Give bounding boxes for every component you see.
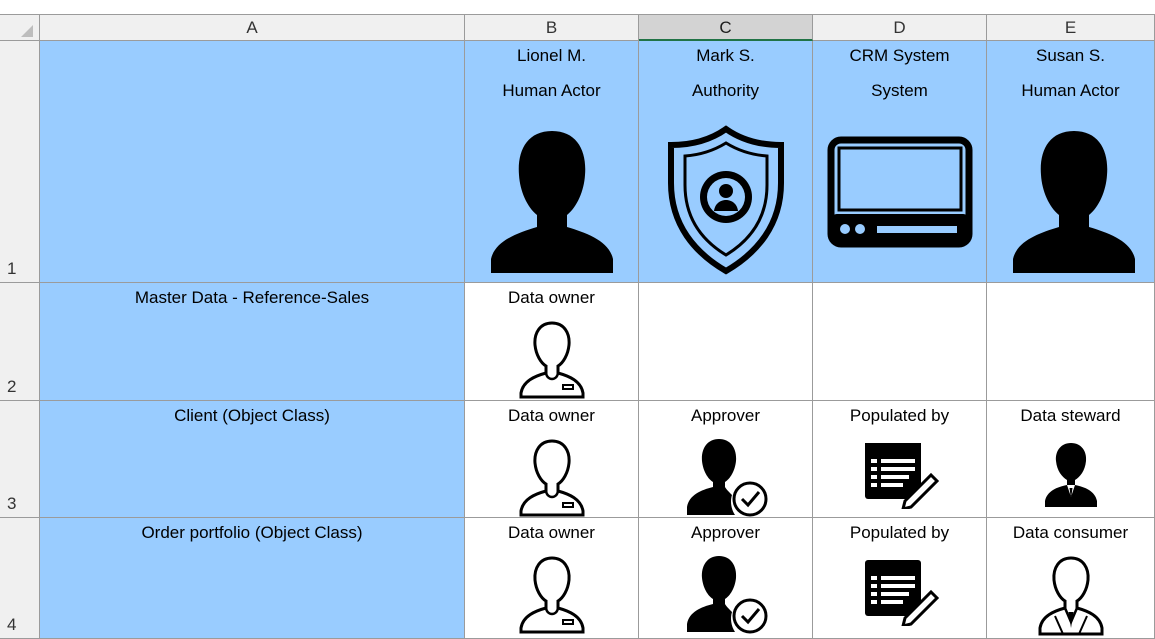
owner-outline-icon	[519, 439, 585, 517]
approver-check-icon	[687, 439, 768, 517]
actor-name: Susan S.	[1036, 46, 1105, 65]
role-label: Data owner	[508, 523, 595, 542]
column-header-b[interactable]: B	[465, 14, 639, 41]
owner-outline-icon	[519, 556, 585, 634]
actor-role: Authority	[691, 81, 760, 100]
person-silhouette-icon	[491, 131, 613, 273]
cell-a2[interactable]: Master Data - Reference-Sales	[40, 283, 465, 401]
cell-c2[interactable]	[639, 283, 813, 401]
role-label: Data consumer	[1012, 523, 1129, 542]
row-header-4[interactable]: 4	[0, 518, 40, 639]
row-label: Master Data - Reference-Sales	[134, 288, 370, 307]
column-header-e[interactable]: E	[987, 14, 1155, 41]
role-label: Data owner	[508, 288, 595, 307]
row-label: Order portfolio (Object Class)	[141, 523, 363, 542]
cell-b2[interactable]: Data owner	[465, 283, 639, 401]
actor-role: Human Actor	[502, 81, 601, 100]
cell-e2[interactable]	[987, 283, 1155, 401]
cell-b1[interactable]: Lionel M. Human Actor	[465, 41, 639, 283]
cell-b3[interactable]: Data owner	[465, 401, 639, 518]
actor-name: Lionel M.	[517, 46, 586, 65]
row-header-3[interactable]: 3	[0, 401, 40, 518]
cell-e4[interactable]: Data consumer	[987, 518, 1155, 639]
column-header-d[interactable]: D	[813, 14, 987, 41]
corner-cell[interactable]	[0, 14, 40, 41]
shield-user-icon	[668, 125, 784, 275]
column-header-a[interactable]: A	[40, 14, 465, 41]
form-edit-icon	[865, 443, 939, 509]
row-header-1[interactable]: 1	[0, 41, 40, 283]
cell-d1[interactable]: CRM System System	[813, 41, 987, 283]
cell-e1[interactable]: Susan S. Human Actor	[987, 41, 1155, 283]
cell-d4[interactable]: Populated by	[813, 518, 987, 639]
monitor-icon	[827, 136, 973, 248]
steward-icon	[1045, 443, 1097, 507]
actor-role: System	[871, 81, 928, 100]
row-header-2[interactable]: 2	[0, 283, 40, 401]
consumer-outline-icon	[1038, 556, 1104, 636]
cell-a1[interactable]	[40, 41, 465, 283]
select-all-triangle-icon	[21, 25, 33, 37]
cell-c1[interactable]: Mark S. Authority	[639, 41, 813, 283]
cell-d2[interactable]	[813, 283, 987, 401]
role-label: Populated by	[849, 523, 950, 542]
role-label: Approver	[691, 406, 760, 425]
person-silhouette-icon	[1013, 131, 1135, 273]
actor-name: Mark S.	[696, 46, 755, 65]
cell-c4[interactable]: Approver	[639, 518, 813, 639]
cell-d3[interactable]: Populated by	[813, 401, 987, 518]
cell-a3[interactable]: Client (Object Class)	[40, 401, 465, 518]
cell-e3[interactable]: Data steward	[987, 401, 1155, 518]
column-header-c[interactable]: C	[639, 14, 813, 41]
spreadsheet-grid: A B C D E 1 2 3 4 Lionel M. Human Actor …	[0, 0, 1155, 639]
role-label: Populated by	[849, 406, 950, 425]
actor-name: CRM System	[849, 46, 950, 65]
cell-a4[interactable]: Order portfolio (Object Class)	[40, 518, 465, 639]
form-edit-icon	[865, 560, 939, 626]
role-label: Data steward	[1020, 406, 1121, 425]
row-label: Client (Object Class)	[174, 406, 330, 425]
approver-check-icon	[687, 556, 768, 634]
owner-outline-icon	[519, 321, 585, 399]
role-label: Data owner	[508, 406, 595, 425]
cell-c3[interactable]: Approver	[639, 401, 813, 518]
actor-role: Human Actor	[1021, 81, 1120, 100]
role-label: Approver	[691, 523, 760, 542]
cell-b4[interactable]: Data owner	[465, 518, 639, 639]
